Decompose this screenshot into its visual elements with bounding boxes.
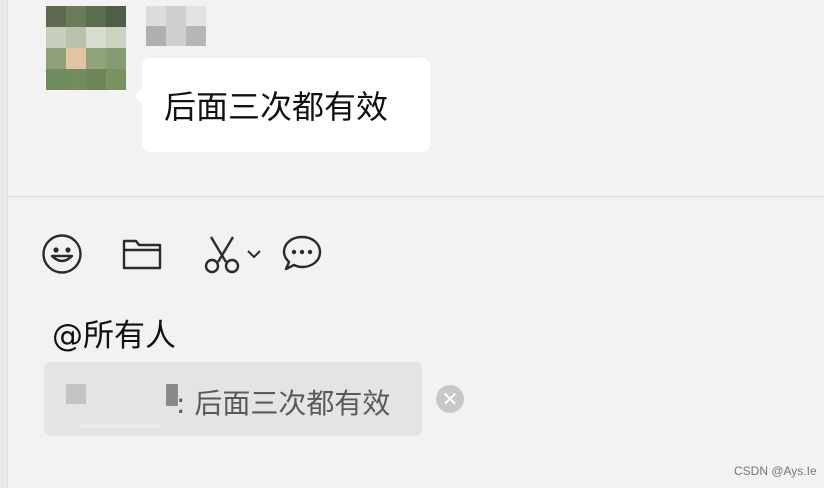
emoji-icon [41, 233, 83, 275]
chat-bubble-icon [281, 234, 323, 274]
message-bubble[interactable]: 后面三次都有效 [134, 58, 430, 152]
message-text: 后面三次都有效 [164, 88, 389, 126]
watermark: CSDN @Ays.Ie [734, 464, 817, 478]
remove-quote-button[interactable]: ✕ [436, 385, 464, 413]
screenshot-button[interactable] [202, 232, 266, 276]
avatar[interactable] [46, 6, 126, 90]
window-left-border [0, 0, 8, 488]
chevron-down-icon[interactable] [246, 248, 262, 260]
scissors-icon [202, 234, 242, 274]
quoted-sender-redacted [66, 384, 86, 404]
file-button[interactable] [120, 232, 164, 276]
quoted-text: : 后面三次都有效 [176, 387, 391, 420]
close-icon: ✕ [441, 387, 459, 411]
emoji-button[interactable] [40, 232, 84, 276]
chat-history-button[interactable] [280, 232, 324, 276]
composer-mention-text[interactable]: @所有人 [52, 310, 176, 355]
folder-icon [121, 236, 163, 272]
sender-name [146, 6, 206, 46]
quoted-message[interactable]: : 后面三次都有效 [44, 362, 422, 436]
quoted-redaction-strip [80, 424, 160, 428]
